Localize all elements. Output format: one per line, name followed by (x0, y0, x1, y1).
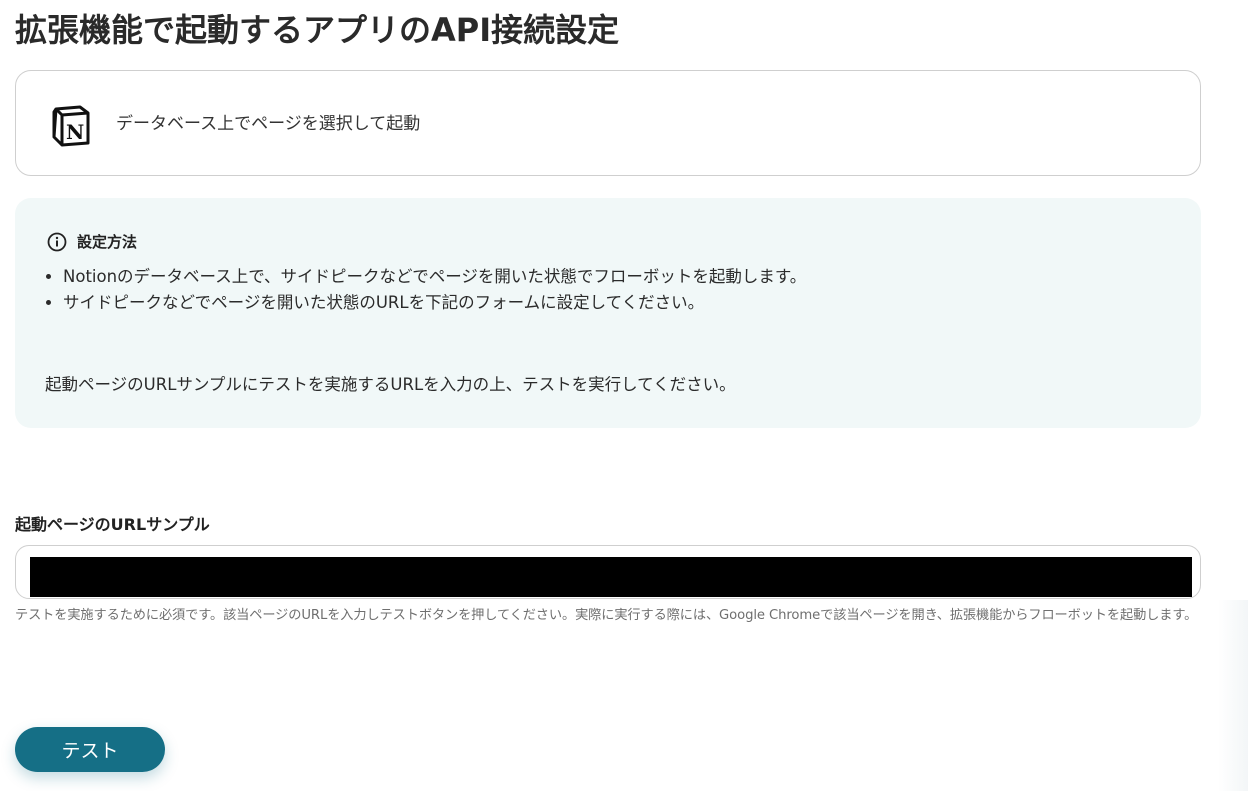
url-field-help: テストを実施するために必須です。該当ページのURLを入力しテストボタンを押してく… (15, 608, 1198, 623)
instruction-item: Notionのデータベース上で、サイドピークなどでページを開いた状態でフローボッ… (63, 264, 806, 290)
instruction-item: サイドピークなどでページを開いた状態のURLを下記のフォームに設定してください。 (63, 290, 806, 316)
url-field-label: 起動ページのURLサンプル (15, 515, 210, 534)
info-header: 設定方法 (47, 231, 137, 252)
instruction-list: Notionのデータベース上で、サイドピークなどでページを開いた状態でフローボッ… (45, 264, 806, 316)
setup-instructions-box: 設定方法 Notionのデータベース上で、サイドピークなどでページを開いた状態で… (15, 198, 1201, 428)
instruction-note: 起動ページのURLサンプルにテストを実施するURLを入力の上、テストを実行してく… (45, 375, 736, 394)
page-title: 拡張機能で起動するアプリのAPI接続設定 (15, 11, 620, 49)
info-circle-icon (47, 232, 67, 251)
app-trigger-card[interactable]: N データベース上でページを選択して起動 (15, 70, 1201, 176)
svg-text:N: N (66, 120, 84, 144)
url-sample-input[interactable] (30, 557, 1192, 597)
trigger-label: データベース上でページを選択して起動 (116, 114, 421, 134)
notion-logo-icon: N (52, 105, 90, 147)
info-title: 設定方法 (77, 233, 138, 251)
url-input-container[interactable] (15, 545, 1201, 599)
test-button[interactable]: テスト (15, 727, 165, 772)
scroll-shade (1218, 600, 1248, 791)
